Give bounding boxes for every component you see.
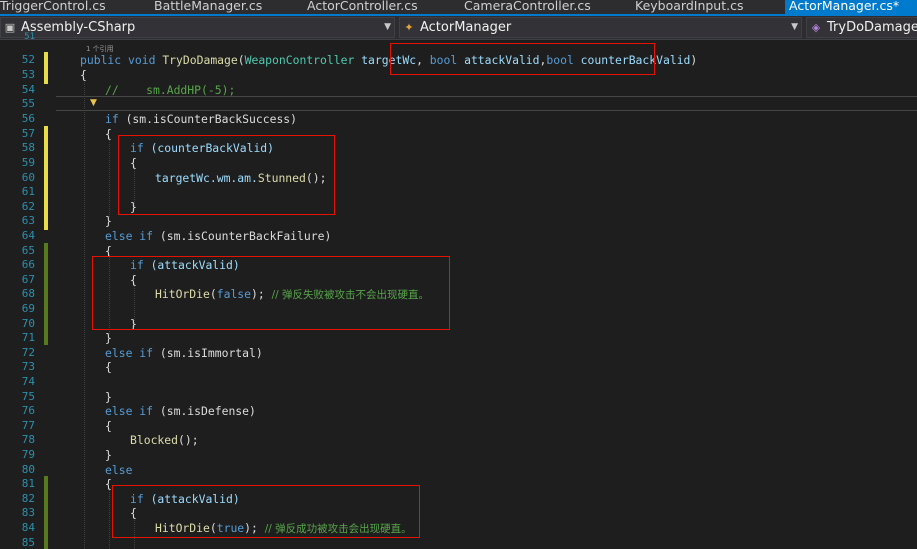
indent-guide <box>84 78 85 549</box>
member-name: TryDoDamage(WeaponController <box>827 20 917 35</box>
member-dropdown[interactable]: ◈ TryDoDamage(WeaponController <box>806 17 917 38</box>
line-number: 71 <box>21 331 35 344</box>
line-number: 84 <box>21 521 35 534</box>
line-number: 60 <box>21 171 35 184</box>
navigation-bar: ▣ Assembly-CSharp ▼ ✦ ActorManager ▼ ◈ TryD… <box>0 16 917 40</box>
code-line-72: else if (sm.isImmortal) <box>105 346 263 360</box>
highlight-box-counterback <box>118 135 335 215</box>
line-number: 51 <box>24 32 35 42</box>
indent-guide <box>109 488 110 549</box>
line-number: 77 <box>21 419 35 432</box>
method-icon: ◈ <box>811 21 821 34</box>
code-line-78: Blocked(); <box>130 433 199 447</box>
line-number: 63 <box>21 214 35 227</box>
line-number: 68 <box>21 287 35 300</box>
document-tab-strip: TriggerControl.cs BattleManager.cs Actor… <box>0 0 917 14</box>
code-line-64: else if (sm.isCounterBackFailure) <box>105 229 332 243</box>
line-number: 69 <box>21 302 35 315</box>
line-number: 59 <box>21 156 35 169</box>
code-line-76: else if (sm.isDefense) <box>105 404 256 418</box>
current-line-highlight <box>56 96 917 111</box>
code-line-71: } <box>105 331 112 345</box>
line-number: 56 <box>21 112 35 125</box>
code-line-63: } <box>105 214 112 228</box>
class-icon: ✦ <box>404 21 414 34</box>
code-line-80: else <box>105 463 133 477</box>
line-number: 58 <box>21 141 35 154</box>
code-line-81: { <box>105 477 112 491</box>
highlight-box-attack-fail <box>92 256 450 330</box>
highlight-box-params <box>390 43 655 75</box>
tab-actor-controller[interactable]: ActorController.cs <box>307 0 418 14</box>
code-line-54: // sm.AddHP(-5); <box>105 83 236 97</box>
code-editor[interactable]: 51 52 53 54 55 56 57 58 59 60 61 62 63 6… <box>0 32 917 549</box>
tab-keyboard-input[interactable]: KeyboardInput.cs <box>635 0 743 14</box>
change-marker-unsaved <box>44 126 48 230</box>
project-name: Assembly-CSharp <box>21 20 136 35</box>
code-line-73: { <box>105 360 112 374</box>
line-number: 78 <box>21 433 35 446</box>
code-line-79: } <box>105 448 112 462</box>
chevron-down-icon: ▼ <box>384 22 391 32</box>
code-line-75: } <box>105 390 112 404</box>
line-number: 76 <box>21 404 35 417</box>
line-number: 61 <box>21 185 35 198</box>
line-number: 74 <box>21 375 35 388</box>
line-number: 52 <box>21 53 35 66</box>
line-number: 81 <box>21 477 35 490</box>
code-line-57: { <box>105 127 112 141</box>
line-number: 79 <box>21 448 35 461</box>
line-number: 53 <box>21 68 35 81</box>
line-number: 73 <box>21 360 35 373</box>
change-marker-unsaved <box>44 52 48 84</box>
chevron-down-icon: ▼ <box>791 22 798 32</box>
indent-guide <box>109 137 110 217</box>
line-number: 82 <box>21 492 35 505</box>
line-number: 64 <box>21 229 35 242</box>
code-text-area[interactable]: ▼ 1 个引用 public void TryDoDamage(WeaponCo… <box>56 41 917 549</box>
line-number: 65 <box>21 244 35 257</box>
code-line-53: { <box>80 68 87 82</box>
project-dropdown[interactable]: ▣ Assembly-CSharp ▼ <box>0 17 395 38</box>
line-number-gutter: 51 52 53 54 55 56 57 58 59 60 61 62 63 6… <box>0 32 40 549</box>
tab-trigger-control[interactable]: TriggerControl.cs <box>0 0 106 14</box>
highlight-box-attack-success <box>112 485 420 538</box>
line-number: 80 <box>21 463 35 476</box>
line-number: 70 <box>21 317 35 330</box>
lightbulb-icon[interactable]: ▼ <box>90 98 98 108</box>
line-number: 83 <box>21 506 35 519</box>
code-line-77: { <box>105 419 112 433</box>
class-dropdown[interactable]: ✦ ActorManager ▼ <box>399 17 802 38</box>
line-number: 55 <box>21 97 35 110</box>
tab-camera-controller[interactable]: CameraController.cs <box>464 0 591 14</box>
tab-battle-manager[interactable]: BattleManager.cs <box>154 0 262 14</box>
change-marker-saved <box>44 476 48 549</box>
line-number: 67 <box>21 273 35 286</box>
line-number: 57 <box>21 127 35 140</box>
line-number: 85 <box>21 536 35 549</box>
line-number: 75 <box>21 390 35 403</box>
class-name: ActorManager <box>420 20 512 35</box>
tab-actor-manager[interactable]: ActorManager.cs* <box>785 0 917 14</box>
line-number: 66 <box>21 258 35 271</box>
code-line-56: if (sm.isCounterBackSuccess) <box>105 112 298 126</box>
line-number: 72 <box>21 346 35 359</box>
change-marker-saved <box>44 243 48 345</box>
line-number: 62 <box>21 200 35 213</box>
line-number: 54 <box>21 83 35 96</box>
